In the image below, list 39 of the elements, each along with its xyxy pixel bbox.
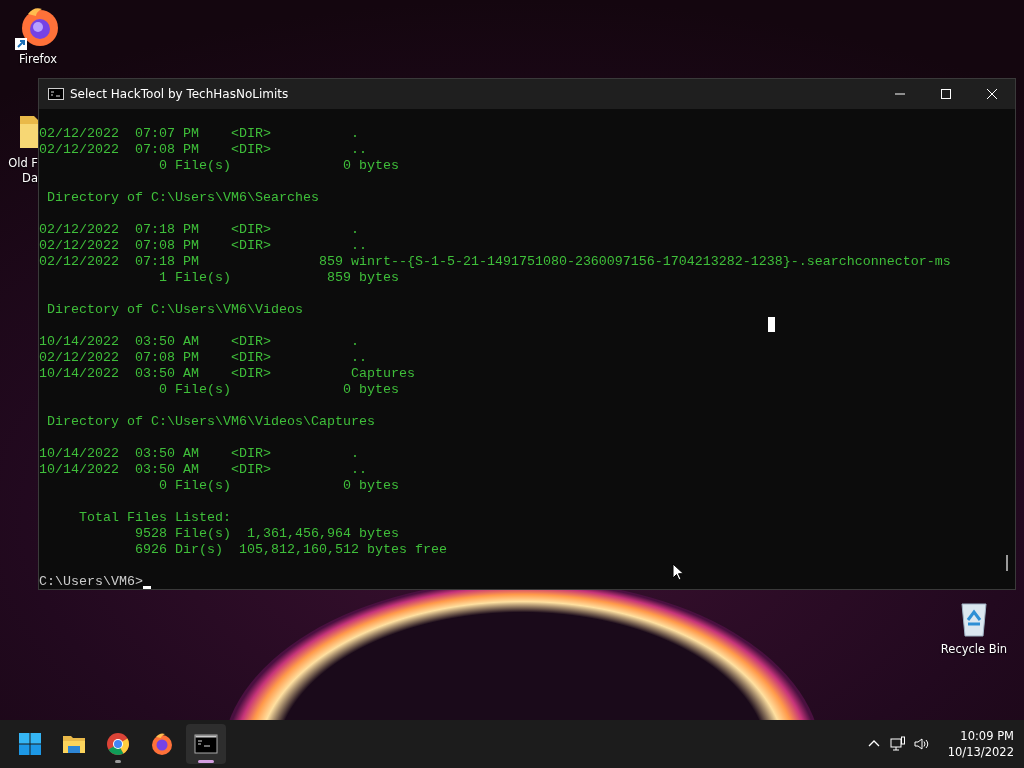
clock-time[interactable]: 10:09 PM <box>960 728 1014 744</box>
selection-cursor <box>768 317 775 332</box>
firefox-icon <box>150 732 174 756</box>
taskbar-button[interactable] <box>186 724 226 764</box>
console-line: 9528 File(s) 1,361,456,964 bytes <box>133 526 399 542</box>
text-cursor <box>143 586 151 589</box>
console-line: 10/14/2022 03:50 AM <DIR> . <box>39 446 359 462</box>
scrollbar-thumb[interactable] <box>1006 555 1008 571</box>
console-line: 02/12/2022 07:08 PM <DIR> .. <box>39 238 367 254</box>
command-prompt[interactable]: C:\Users\VM6> <box>39 574 143 590</box>
console-line: 0 File(s) 0 bytes <box>157 382 399 398</box>
desktop-icon-label[interactable]: Firefox <box>18 52 58 67</box>
console-line: 6926 Dir(s) 105,812,160,512 bytes free <box>133 542 447 558</box>
network-icon[interactable] <box>889 736 906 752</box>
windows-logo-icon <box>18 732 42 756</box>
console-line: 10/14/2022 03:50 AM <DIR> Captures <box>39 366 415 382</box>
clock-date[interactable]: 10/13/2022 <box>947 744 1014 760</box>
console-line: 02/12/2022 07:07 PM <DIR> . <box>39 126 359 142</box>
terminal-icon <box>48 88 64 100</box>
volume-icon[interactable] <box>913 736 930 752</box>
console-line: 0 File(s) 0 bytes <box>157 478 399 494</box>
console-line: 0 File(s) 0 bytes <box>157 158 399 174</box>
console-line: Total Files Listed: <box>78 510 231 526</box>
console-line: 02/12/2022 07:18 PM <DIR> . <box>39 222 359 238</box>
console-line: Directory of C:\Users\VM6\Videos <box>46 302 303 318</box>
window-title: Select HackTool by TechHasNoLimits <box>70 87 289 101</box>
chrome-icon <box>106 732 130 756</box>
console-line: 10/14/2022 03:50 AM <DIR> .. <box>39 462 367 478</box>
console-line: 10/14/2022 03:50 AM <DIR> . <box>39 334 359 350</box>
console-line: 02/12/2022 07:08 PM <DIR> .. <box>39 142 367 158</box>
console-line: Directory of C:\Users\VM6\Searches <box>46 190 319 206</box>
desktop-icon-label[interactable]: Old F Da <box>8 156 38 186</box>
mouse-pointer-icon <box>672 563 684 581</box>
console-line: 02/12/2022 07:18 PM 859 winrt--{S-1-5-21-1491751080-2360097156-1704213282-1238}-.searchconnector-ms <box>39 254 951 270</box>
terminal-icon <box>194 732 218 756</box>
console-line: 02/12/2022 07:08 PM <DIR> .. <box>39 350 367 366</box>
console-line: Directory of C:\Users\VM6\Videos\Captures <box>46 414 375 430</box>
console-line: 1 File(s) 859 bytes <box>157 270 399 286</box>
desktop-icon-label[interactable]: Recycle Bin <box>940 642 1008 657</box>
